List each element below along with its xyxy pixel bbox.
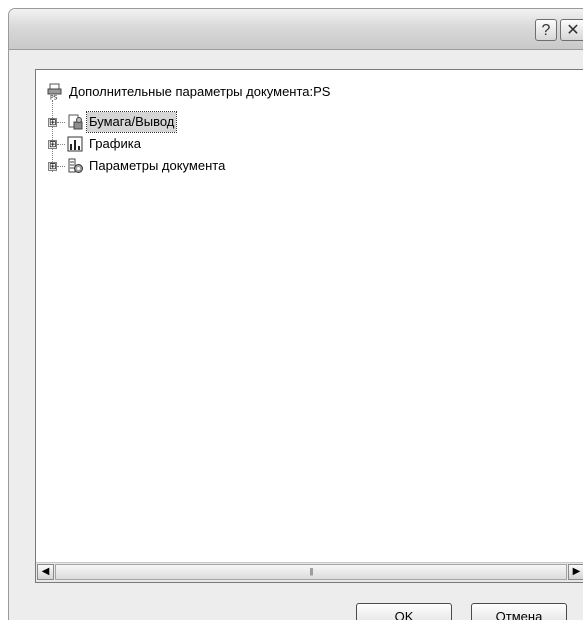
scroll-thumb[interactable]: ||| <box>55 564 567 580</box>
tree-item-document-options[interactable]: ⊞ Параметры документа <box>36 156 336 176</box>
tree-item-label: Графика <box>89 136 141 151</box>
close-button[interactable]: ✕ <box>560 19 583 41</box>
tree-root-label: Дополнительные параметры документа:PS <box>69 84 331 99</box>
document-options-icon <box>68 158 83 173</box>
cancel-button[interactable]: Отмена <box>471 603 567 620</box>
title-bar[interactable]: ? ✕ <box>9 9 583 50</box>
tree-item-paper-output[interactable]: ⊞ Бумага/Вывод <box>36 111 336 133</box>
ok-button[interactable]: OK <box>356 603 452 620</box>
scroll-right-icon[interactable]: ▶ <box>568 564 583 580</box>
graphics-chart-icon <box>67 136 83 152</box>
horizontal-scrollbar[interactable]: ◀ ||| ▶ <box>36 562 583 582</box>
tree-item-label: Бумага/Вывод <box>85 111 178 133</box>
document-options-dialog: ? ✕ PS Дополнительные параметры документ… <box>8 8 583 620</box>
help-button[interactable]: ? <box>535 19 557 41</box>
tree-connector-h <box>57 144 65 145</box>
tree-connector-h <box>57 122 65 123</box>
tree-item-graphics[interactable]: ⊞ Графика <box>36 134 336 154</box>
expand-icon[interactable]: ⊞ <box>48 162 57 171</box>
expand-icon[interactable]: ⊞ <box>48 140 57 149</box>
scroll-left-icon[interactable]: ◀ <box>37 564 54 580</box>
tree-root[interactable]: PS Дополнительные параметры документа:PS <box>42 82 462 102</box>
tree-item-label: Параметры документа <box>89 158 226 173</box>
tree-connector-h <box>57 166 65 167</box>
paper-output-icon <box>68 114 83 130</box>
expand-icon[interactable]: ⊞ <box>48 118 57 127</box>
printer-ps-icon: PS <box>47 83 62 100</box>
options-tree[interactable]: PS Дополнительные параметры документа:PS… <box>35 69 583 583</box>
